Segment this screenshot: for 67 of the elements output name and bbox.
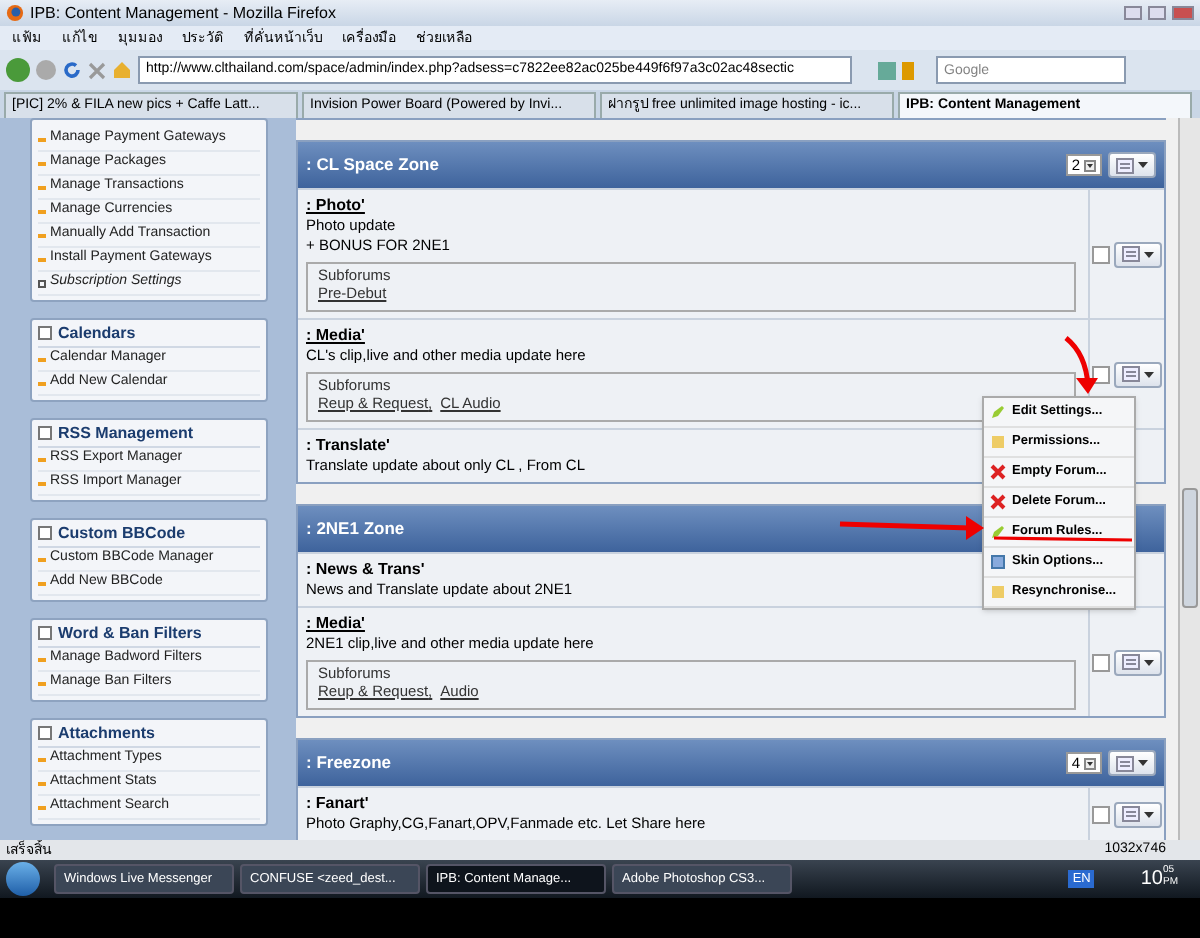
start-button[interactable] [6,862,40,896]
options-dropdown-button[interactable] [1108,750,1156,776]
addon-icon[interactable] [878,61,896,79]
panel-icon [38,526,52,540]
category-title: : Freezone [306,750,392,776]
annotation-underline [993,536,1133,542]
checkbox[interactable] [1092,805,1110,823]
options-dropdown-button[interactable] [1114,241,1162,267]
sidebar-heading: Attachments [58,721,155,745]
options-dropdown-button[interactable] [1114,361,1162,387]
cross-icon [990,464,1006,480]
cross-icon [990,494,1006,510]
pencil-icon [990,404,1006,420]
list-icon [1116,157,1134,173]
category-title: : CL Space Zone [306,152,439,178]
annotation-arrow [1064,336,1098,394]
sidebar-heading: Word & Ban Filters [58,621,202,645]
clock-hour: 10 [1140,866,1163,894]
checkbox[interactable] [1092,653,1110,671]
minimize-button[interactable] [1124,6,1142,20]
caret-icon [1138,162,1148,168]
checkbox[interactable] [1092,365,1110,383]
forum-title[interactable]: : Media' [306,326,365,346]
options-dropdown-button[interactable] [1114,801,1162,827]
list-icon [1122,246,1140,262]
note-icon [990,434,1006,450]
window-icon [990,554,1006,570]
list-icon [1116,755,1134,771]
panel-icon [38,326,52,340]
sidebar-heading: Custom BBCode [58,521,186,545]
checkbox[interactable] [1092,245,1110,263]
forum-title: : News & Trans' [306,560,425,580]
panel-icon [38,726,52,740]
back-button[interactable] [6,58,30,82]
note-icon [990,584,1006,600]
sidebar-heading: Calendars [58,321,136,345]
panel-icon [38,426,52,440]
reload-icon[interactable] [62,60,82,80]
caret-icon [1084,159,1096,171]
forum-title[interactable]: : Media' [306,614,365,634]
scrollbar[interactable] [1178,118,1200,840]
pencil-icon [990,524,1006,540]
list-icon [1122,806,1140,822]
stop-icon[interactable] [88,61,106,79]
sidebar-heading: RSS Management [58,421,194,445]
caret-icon [1138,760,1148,766]
caret-icon [1144,371,1154,377]
forum-title: : Fanart' [306,794,369,814]
home-icon[interactable] [112,60,132,80]
maximize-button[interactable] [1148,6,1166,20]
caret-icon [1144,251,1154,257]
window-title: IPB: Content Management - Mozilla Firefox [30,1,338,25]
panel-icon [38,626,52,640]
forum-title: : Translate' [306,436,390,456]
browser-logo-icon [6,4,24,22]
list-icon [1122,654,1140,670]
category-title: : 2NE1 Zone [306,516,405,542]
caret-icon [1144,811,1154,817]
forward-button[interactable] [36,60,56,80]
caret-icon [1144,659,1154,665]
list-icon [1122,366,1140,382]
plus-icon [38,279,46,287]
options-dropdown-button[interactable] [1114,649,1162,675]
options-dropdown-button[interactable] [1108,152,1156,178]
download-icon[interactable] [902,61,914,79]
caret-icon [1084,757,1096,769]
forum-title[interactable]: : Photo' [306,196,365,216]
